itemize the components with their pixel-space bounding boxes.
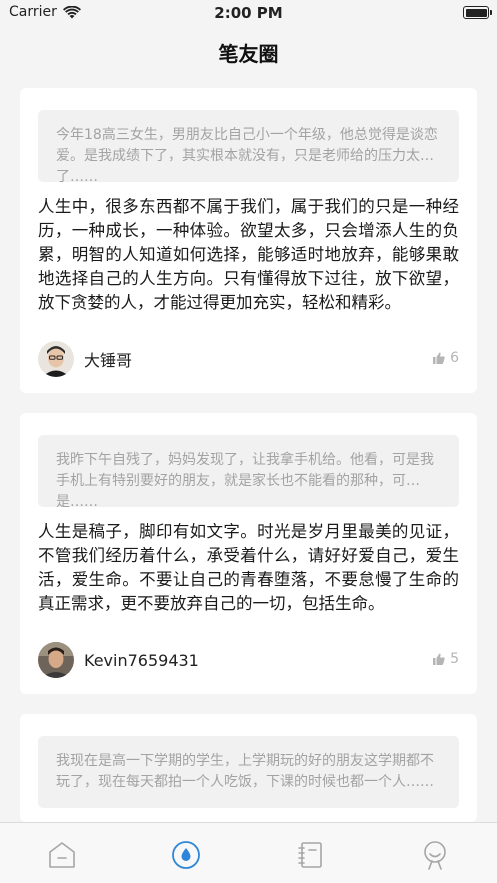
avatar-image bbox=[38, 642, 74, 678]
like-button[interactable]: 6 bbox=[433, 350, 459, 366]
tab-bar bbox=[0, 822, 497, 883]
post-card[interactable]: 我现在是高一下学期的学生，上学期玩的好的朋友这学期都不玩了，现在每天都拍一个人吃… bbox=[20, 714, 477, 822]
like-count: 5 bbox=[450, 651, 459, 667]
thumbs-up-icon bbox=[433, 352, 445, 364]
post-footer: Kevin7659431 5 bbox=[38, 640, 459, 680]
avatar[interactable] bbox=[38, 642, 74, 678]
profile-icon bbox=[424, 841, 446, 870]
like-button[interactable]: 5 bbox=[433, 651, 459, 667]
tab-notebook[interactable] bbox=[249, 823, 373, 883]
post-card[interactable]: 今年18高三女生，男朋友比自己小一个年级，他总觉得是谈恋爱。是我成绩下了，其实根… bbox=[20, 88, 477, 393]
avatar[interactable] bbox=[38, 341, 74, 377]
post-quote[interactable]: 我昨下午自残了，妈妈发现了，让我拿手机给。他看，可是我手机上有特别要好的朋友，就… bbox=[38, 435, 459, 507]
tab-profile[interactable] bbox=[373, 823, 497, 883]
status-time: 2:00 PM bbox=[214, 4, 283, 22]
home-icon bbox=[49, 842, 75, 868]
post-footer: 大锤哥 6 bbox=[38, 339, 459, 379]
tab-penpal-circle[interactable] bbox=[124, 823, 248, 883]
like-count: 6 bbox=[450, 350, 459, 366]
post-body: 人生中，很多东西都不属于我们，属于我们的只是一种经历，一种成长，一种体验。欲望太… bbox=[38, 197, 459, 312]
author-name[interactable]: Kevin7659431 bbox=[84, 651, 199, 670]
thumbs-up-icon bbox=[433, 653, 445, 665]
tab-home[interactable] bbox=[0, 823, 124, 883]
battery-icon bbox=[463, 6, 492, 19]
post-body: 人生是稿子，脚印有如文字。时光是岁月里最美的见证，不管我们经历着什么，承受着什么… bbox=[38, 522, 459, 613]
post-feed[interactable]: 今年18高三女生，男朋友比自己小一个年级，他总觉得是谈恋爱。是我成绩下了，其实根… bbox=[20, 88, 477, 842]
post-quote[interactable]: 我现在是高一下学期的学生，上学期玩的好的朋友这学期都不玩了，现在每天都拍一个人吃… bbox=[38, 736, 459, 808]
avatar-image bbox=[38, 341, 74, 377]
screen: Carrier 2:00 PM 笔友圈 今年18高三女生，男朋友比自己小一个年级… bbox=[0, 0, 497, 883]
status-bar: Carrier 2:00 PM bbox=[0, 0, 497, 26]
drop-circle-icon bbox=[172, 841, 201, 869]
post-quote[interactable]: 今年18高三女生，男朋友比自己小一个年级，他总觉得是谈恋爱。是我成绩下了，其实根… bbox=[38, 110, 459, 182]
page-title: 笔友圈 bbox=[218, 42, 279, 66]
notebook-icon bbox=[297, 842, 322, 868]
post-card[interactable]: 我昨下午自残了，妈妈发现了，让我拿手机给。他看，可是我手机上有特别要好的朋友，就… bbox=[20, 413, 477, 694]
author-name[interactable]: 大锤哥 bbox=[84, 347, 132, 371]
